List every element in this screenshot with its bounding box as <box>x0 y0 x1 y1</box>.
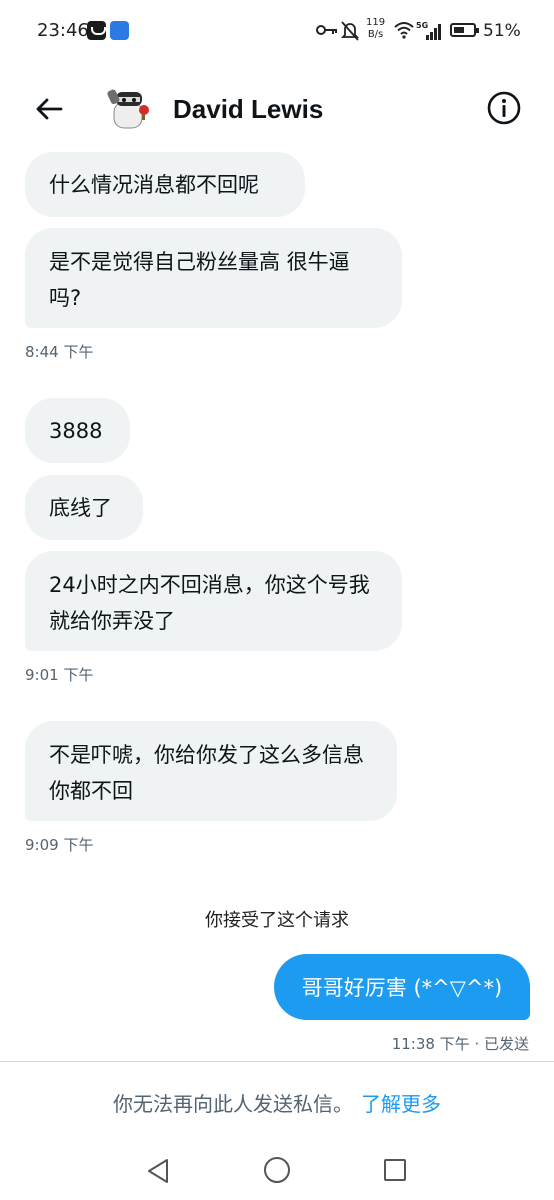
cell-signal-icon: 5G <box>416 21 441 40</box>
signal-label: 5G <box>416 21 428 30</box>
battery-icon <box>450 23 479 37</box>
network-speed: 119 B/s <box>366 17 386 40</box>
message-text: 3888 <box>49 418 103 443</box>
incoming-message[interactable]: 24小时之内不回消息，你这个号我就给你弄没了 <box>25 551 402 651</box>
message-text: 哥哥好厉害 (*^▽^*) <box>301 976 503 1000</box>
incoming-message[interactable]: 底线了 <box>25 475 143 540</box>
info-icon[interactable] <box>486 90 522 126</box>
outgoing-message[interactable]: 哥哥好厉害 (*^▽^*) <box>274 954 530 1020</box>
avatar[interactable] <box>104 88 154 134</box>
message-text: 底线了 <box>49 495 112 520</box>
arrow-left-icon <box>36 98 63 120</box>
footer-divider <box>0 1061 554 1062</box>
back-button[interactable] <box>30 90 68 128</box>
key-icon <box>316 25 337 35</box>
incoming-message[interactable]: 3888 <box>25 398 130 463</box>
nav-back-icon[interactable] <box>146 1158 170 1184</box>
notice-text: 你无法再向此人发送私信。 <box>113 1092 353 1116</box>
message-timestamp: 9:09 下午 <box>25 836 94 854</box>
wifi-icon <box>394 22 414 39</box>
incoming-message[interactable]: 不是吓唬，你给你发了这么多信息你都不回 <box>25 721 397 821</box>
battery-percent: 51% <box>483 21 521 41</box>
status-bar: 23:46 119 B/s 5G 51% <box>0 0 554 62</box>
message-timestamp: 9:01 下午 <box>25 666 94 684</box>
app-notification-icon <box>87 21 106 40</box>
nav-recents-icon[interactable] <box>384 1159 406 1181</box>
request-accepted-notice: 你接受了这个请求 <box>205 910 349 931</box>
sent-status: 11:38 下午 · 已发送 <box>391 1035 529 1053</box>
status-time: 23:46 <box>37 20 89 41</box>
incoming-message[interactable]: 什么情况消息都不回呢 <box>25 152 305 217</box>
contact-name[interactable]: David Lewis <box>173 94 323 125</box>
message-text: 不是吓唬，你给你发了这么多信息你都不回 <box>49 743 364 803</box>
message-text: 什么情况消息都不回呢 <box>49 172 259 197</box>
message-timestamp: 8:44 下午 <box>25 343 94 361</box>
message-text: 24小时之内不回消息，你这个号我就给你弄没了 <box>49 573 370 633</box>
incoming-message[interactable]: 是不是觉得自己粉丝量高 很牛逼吗? <box>25 228 402 328</box>
browser-notification-icon <box>110 21 129 40</box>
mute-bell-icon <box>341 21 359 41</box>
message-text: 是不是觉得自己粉丝量高 很牛逼吗? <box>49 250 350 310</box>
cannot-message-notice: 你无法再向此人发送私信。 了解更多 <box>0 1088 554 1117</box>
learn-more-link[interactable]: 了解更多 <box>361 1092 441 1116</box>
nav-home-icon[interactable] <box>264 1157 290 1183</box>
